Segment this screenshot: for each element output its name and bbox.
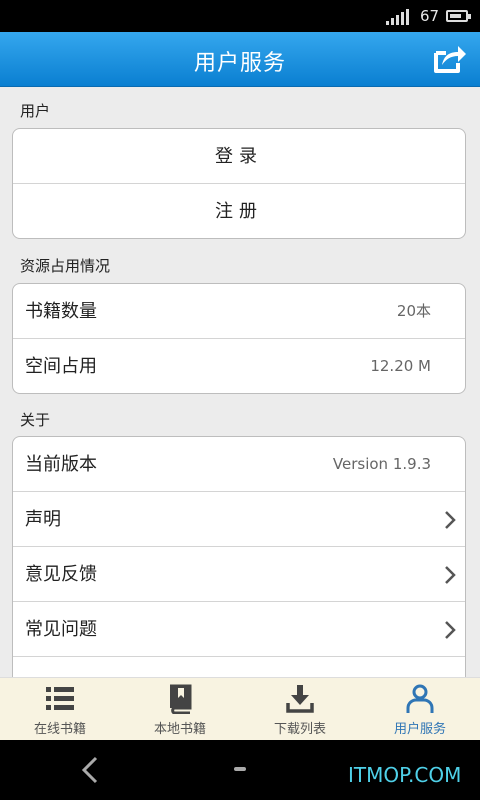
share-icon[interactable] [428, 41, 468, 77]
system-nav-bar: ITMOP.COM [0, 740, 480, 800]
book-count-row: 书籍数量 20本 [13, 284, 465, 339]
storage-usage-row: 空间占用 12.20 M [13, 339, 465, 393]
book-icon [170, 684, 192, 714]
statement-row[interactable]: 声明 [13, 492, 465, 547]
tab-label: 用户服务 [393, 722, 446, 737]
about-group: 当前版本 Version 1.9.3 声明 意见反馈 常见问题 [12, 436, 466, 677]
feedback-label: 意见反馈 [25, 564, 97, 585]
tab-label: 本地书籍 [153, 722, 206, 737]
storage-usage-value: 12.20 M [370, 357, 431, 375]
user-section-label: 用户 [20, 102, 51, 120]
chevron-right-icon [445, 511, 456, 529]
tab-download-list[interactable]: 下载列表 [240, 678, 360, 741]
watermark: ITMOP.COM [348, 763, 462, 787]
version-row: 当前版本 Version 1.9.3 [13, 437, 465, 492]
battery-level: 67 [420, 7, 440, 25]
resource-section-label: 资源占用情况 [20, 257, 111, 275]
version-label: 当前版本 [25, 454, 97, 475]
bottom-nav: 在线书籍 本地书籍 下载列表 用户服务 [0, 677, 480, 741]
header-bar: 用户服务 [0, 32, 480, 87]
list-icon [46, 687, 74, 710]
version-value: Version 1.9.3 [332, 455, 431, 473]
faq-row[interactable]: 常见问题 [13, 602, 465, 657]
user-group: 登录 注册 [12, 128, 466, 239]
signal-icon [386, 9, 409, 25]
feedback-row[interactable]: 意见反馈 [13, 547, 465, 602]
chevron-right-icon [445, 566, 456, 584]
tab-user-service[interactable]: 用户服务 [360, 678, 480, 741]
tab-label: 在线书籍 [33, 722, 86, 737]
menu-icon[interactable] [234, 767, 246, 771]
register-button[interactable]: 注册 [13, 184, 465, 238]
login-button[interactable]: 登录 [13, 129, 465, 184]
user-icon [406, 684, 434, 713]
page-title: 用户服务 [193, 51, 286, 76]
tab-online-books[interactable]: 在线书籍 [0, 678, 120, 741]
tab-local-books[interactable]: 本地书籍 [120, 678, 240, 741]
book-count-label: 书籍数量 [25, 301, 97, 322]
book-count-value: 20本 [396, 302, 431, 320]
statement-label: 声明 [25, 509, 61, 530]
chevron-right-icon [445, 621, 456, 639]
about-section-label: 关于 [20, 411, 51, 429]
status-bar: 67 [0, 0, 480, 32]
download-icon [286, 685, 314, 713]
back-icon[interactable] [80, 756, 100, 784]
faq-label: 常见问题 [25, 619, 97, 640]
resource-group: 书籍数量 20本 空间占用 12.20 M [12, 283, 466, 394]
battery-icon [446, 10, 471, 22]
tab-label: 下载列表 [273, 722, 326, 737]
storage-usage-label: 空间占用 [25, 356, 97, 377]
